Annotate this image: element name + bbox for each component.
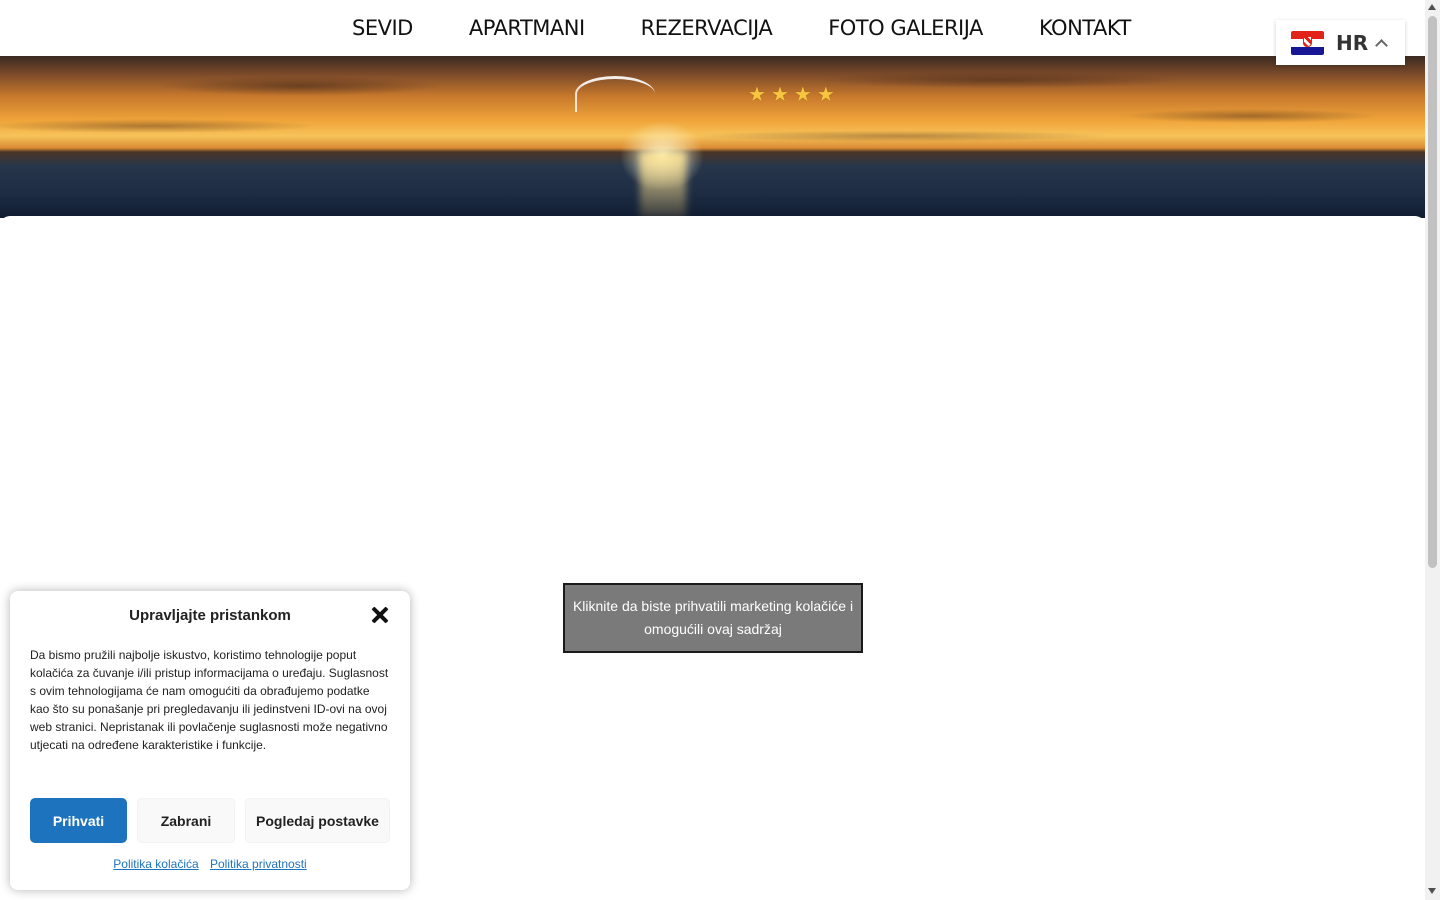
marketing-consent-placeholder[interactable]: Kliknite da biste prihvatili marketing k… bbox=[563, 583, 863, 653]
accept-button[interactable]: Prihvati bbox=[30, 798, 127, 843]
scroll-up-arrow-icon[interactable] bbox=[1428, 4, 1436, 10]
chevron-up-icon bbox=[1375, 38, 1389, 52]
logo[interactable] bbox=[575, 76, 655, 112]
top-navigation: SEVID APARTMANI REZERVACIJA FOTO GALERIJ… bbox=[0, 0, 1425, 56]
cookie-dialog-text: Da bismo pružili najbolje iskustvo, kori… bbox=[30, 648, 389, 752]
content-area bbox=[0, 216, 1425, 236]
nav-item-kontakt[interactable]: KONTAKT bbox=[1011, 16, 1159, 40]
main-menu: SEVID APARTMANI REZERVACIJA FOTO GALERIJ… bbox=[324, 0, 1159, 56]
star-icon: ★ bbox=[770, 82, 789, 106]
hero-banner: ★ ★ ★ ★ bbox=[0, 56, 1425, 218]
nav-item-rezervacija[interactable]: REZERVACIJA bbox=[613, 16, 801, 40]
cookie-consent-dialog: Upravljajte pristankom Da bismo pružili … bbox=[10, 591, 410, 890]
nav-item-sevid[interactable]: SEVID bbox=[324, 16, 441, 40]
cookie-policy-links: Politika kolačića Politika privatnosti bbox=[10, 857, 410, 871]
cookie-dialog-title: Upravljajte pristankom bbox=[129, 607, 291, 624]
star-icon: ★ bbox=[793, 82, 812, 106]
croatia-flag-icon bbox=[1291, 30, 1324, 55]
star-icon: ★ bbox=[816, 82, 835, 106]
star-rating: ★ ★ ★ ★ bbox=[748, 82, 835, 106]
deny-button[interactable]: Zabrani bbox=[137, 798, 235, 843]
star-icon: ★ bbox=[748, 82, 766, 106]
privacy-policy-link[interactable]: Politika privatnosti bbox=[210, 857, 307, 871]
cookie-policy-link[interactable]: Politika kolačića bbox=[113, 857, 198, 871]
scrollbar-thumb[interactable] bbox=[1428, 16, 1437, 568]
nav-item-foto-galerija[interactable]: FOTO GALERIJA bbox=[800, 16, 1011, 40]
view-preferences-button[interactable]: Pogledaj postavke bbox=[245, 798, 390, 843]
nav-item-apartmani[interactable]: APARTMANI bbox=[441, 16, 613, 40]
close-icon[interactable] bbox=[370, 605, 390, 625]
language-code: HR bbox=[1336, 30, 1369, 55]
scroll-down-arrow-icon[interactable] bbox=[1428, 888, 1436, 894]
scrollbar[interactable] bbox=[1425, 0, 1440, 900]
language-switcher[interactable]: HR bbox=[1276, 20, 1405, 65]
